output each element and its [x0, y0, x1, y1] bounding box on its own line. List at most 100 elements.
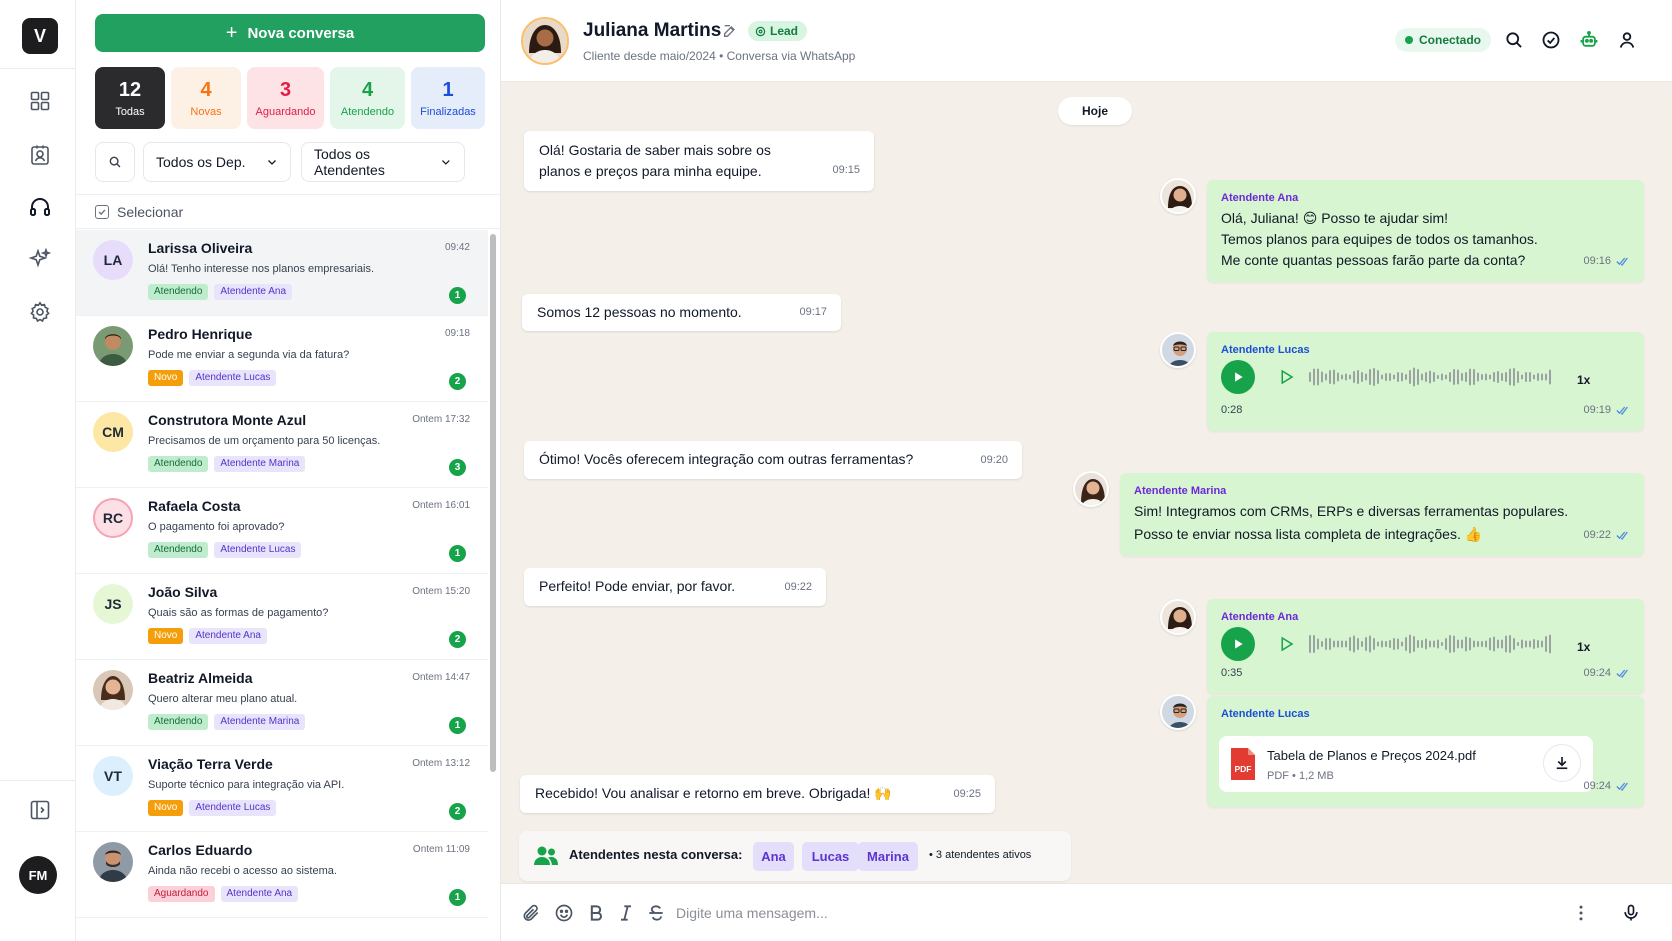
waveform-bar — [1481, 374, 1483, 380]
waveform-bar — [1465, 636, 1467, 652]
italic-icon[interactable] — [616, 903, 636, 923]
status-badge: Atendendo — [148, 456, 209, 472]
contact-avatar-photo[interactable] — [521, 17, 569, 65]
waveform-bar — [1317, 638, 1319, 650]
microphone-icon[interactable] — [1621, 903, 1641, 923]
agent-chip-lucas[interactable]: Lucas — [802, 842, 859, 871]
waveform-bar — [1357, 370, 1359, 384]
more-options-icon[interactable] — [1571, 903, 1591, 923]
play-outline-icon[interactable] — [1277, 368, 1295, 386]
select-all-toggle[interactable]: Selecionar — [95, 204, 183, 220]
waveform-bar — [1329, 638, 1331, 650]
message-input[interactable] — [676, 901, 1496, 925]
waveform-bar — [1437, 375, 1439, 379]
grid-icon[interactable] — [28, 89, 52, 113]
waveform-bar — [1333, 369, 1335, 385]
new-conversation-button[interactable]: + Nova conversa — [95, 14, 485, 52]
sparkles-icon[interactable] — [28, 247, 52, 271]
audio-duration: 0:35 — [1221, 667, 1243, 679]
waveform-bar — [1453, 369, 1455, 385]
file-attachment[interactable]: PDF Tabela de Planos e Preços 2024.pdf P… — [1219, 736, 1593, 792]
collapse-panel-icon[interactable] — [28, 798, 52, 822]
message-preview: Ainda não recebi o acesso ao sistema. — [148, 865, 337, 877]
bold-icon[interactable] — [586, 903, 606, 923]
list-divider — [76, 228, 501, 229]
message-time: 09:24 — [1583, 667, 1611, 679]
audio-waveform[interactable] — [1309, 631, 1555, 657]
conversation-item[interactable]: LA Larissa Oliveira 09:42 Olá! Tenho int… — [76, 230, 488, 316]
attach-icon[interactable] — [521, 903, 541, 923]
agent-badge: Atendente Lucas — [189, 370, 277, 386]
list-scrollbar[interactable] — [490, 234, 496, 772]
agent-chip-marina[interactable]: Marina — [858, 842, 918, 871]
waveform-bar — [1393, 374, 1395, 380]
waveform-bar — [1461, 639, 1463, 649]
message-preview: Quais são as formas de pagamento? — [148, 607, 329, 619]
download-button[interactable] — [1543, 744, 1581, 782]
play-icon — [1235, 639, 1243, 649]
incoming-message: Olá! Gostaria de saber mais sobre os pla… — [524, 131, 874, 191]
strikethrough-icon[interactable] — [646, 903, 666, 923]
status-dot-icon — [1405, 36, 1413, 44]
filters-row: Todos os Dep. Todos os Atendentes — [95, 142, 485, 182]
message-preview: Pode me enviar a segunda via da fatura? — [148, 349, 350, 361]
contacts-icon[interactable] — [28, 143, 52, 167]
conversation-item[interactable]: JS João Silva Ontem 15:20 Quais são as f… — [76, 574, 488, 660]
stat-aguardando[interactable]: 3 Aguardando — [247, 67, 324, 129]
unread-count: 1 — [449, 717, 466, 734]
message-time: 09:20 — [980, 454, 1008, 466]
robot-icon[interactable] — [1579, 30, 1599, 50]
headset-icon[interactable] — [28, 195, 52, 219]
message-time: 09:24 — [1583, 780, 1611, 792]
search-button[interactable] — [95, 142, 135, 182]
waveform-bar — [1517, 371, 1519, 383]
play-button[interactable] — [1221, 360, 1255, 394]
user-avatar[interactable]: FM — [19, 856, 57, 894]
double-check-icon — [1616, 531, 1628, 540]
waveform-bar — [1321, 641, 1323, 647]
agent-avatar-marina — [1073, 471, 1109, 507]
file-meta: PDF • 1,2 MB — [1267, 770, 1334, 782]
waveform-bar — [1429, 370, 1431, 384]
message-time: 09:22 — [784, 581, 812, 593]
stat-todas[interactable]: 12 Todas — [95, 67, 165, 129]
status-badge: Atendendo — [148, 284, 209, 300]
search-icon[interactable] — [1504, 30, 1524, 50]
unread-count: 2 — [449, 373, 466, 390]
play-outline-icon[interactable] — [1277, 635, 1295, 653]
playback-speed[interactable]: 1x — [1577, 637, 1590, 658]
settings-icon[interactable] — [28, 300, 52, 324]
message-text: Somos 12 pessoas no momento. — [537, 304, 742, 320]
conversation-item[interactable]: CM Construtora Monte Azul Ontem 17:32 Pr… — [76, 402, 488, 488]
chevron-down-icon — [268, 160, 276, 165]
conversation-item[interactable]: RC Rafaela Costa Ontem 16:01 O pagamento… — [76, 488, 488, 574]
app-logo[interactable]: V — [22, 18, 58, 54]
contact-avatar: LA — [93, 240, 133, 280]
waveform-bar — [1385, 641, 1387, 647]
stat-finalizadas[interactable]: 1 Finalizadas — [411, 67, 485, 129]
conversation-item[interactable]: Pedro Henrique 09:18 Pode me enviar a se… — [76, 316, 488, 402]
audio-waveform[interactable] — [1309, 364, 1555, 390]
user-icon[interactable] — [1617, 30, 1637, 50]
waveform-bar — [1377, 370, 1379, 384]
stat-atendendo[interactable]: 4 Atendendo — [330, 67, 405, 129]
department-select[interactable]: Todos os Dep. — [143, 142, 291, 182]
play-button[interactable] — [1221, 627, 1255, 661]
waveform-bar — [1429, 640, 1431, 648]
edit-icon[interactable] — [722, 23, 738, 39]
agents-select[interactable]: Todos os Atendentes — [301, 142, 465, 182]
waveform-bar — [1401, 372, 1403, 382]
conversation-item[interactable]: Carlos Eduardo Ontem 11:09 Ainda não rec… — [76, 832, 488, 918]
stat-novas[interactable]: 4 Novas — [171, 67, 241, 129]
message-text: Posso te enviar nossa lista completa de … — [1134, 526, 1483, 542]
waveform-bar — [1453, 635, 1455, 653]
waveform-bar — [1529, 640, 1531, 648]
agent-chip-ana[interactable]: Ana — [753, 842, 794, 871]
emoji-icon[interactable] — [554, 903, 574, 923]
check-circle-icon[interactable] — [1541, 30, 1561, 50]
conversation-item[interactable]: Beatriz Almeida Ontem 14:47 Quero altera… — [76, 660, 488, 746]
waveform-bar — [1361, 372, 1363, 382]
unread-count: 1 — [449, 889, 466, 906]
playback-speed[interactable]: 1x — [1577, 370, 1590, 391]
conversation-item[interactable]: VT Viação Terra Verde Ontem 13:12 Suport… — [76, 746, 488, 832]
